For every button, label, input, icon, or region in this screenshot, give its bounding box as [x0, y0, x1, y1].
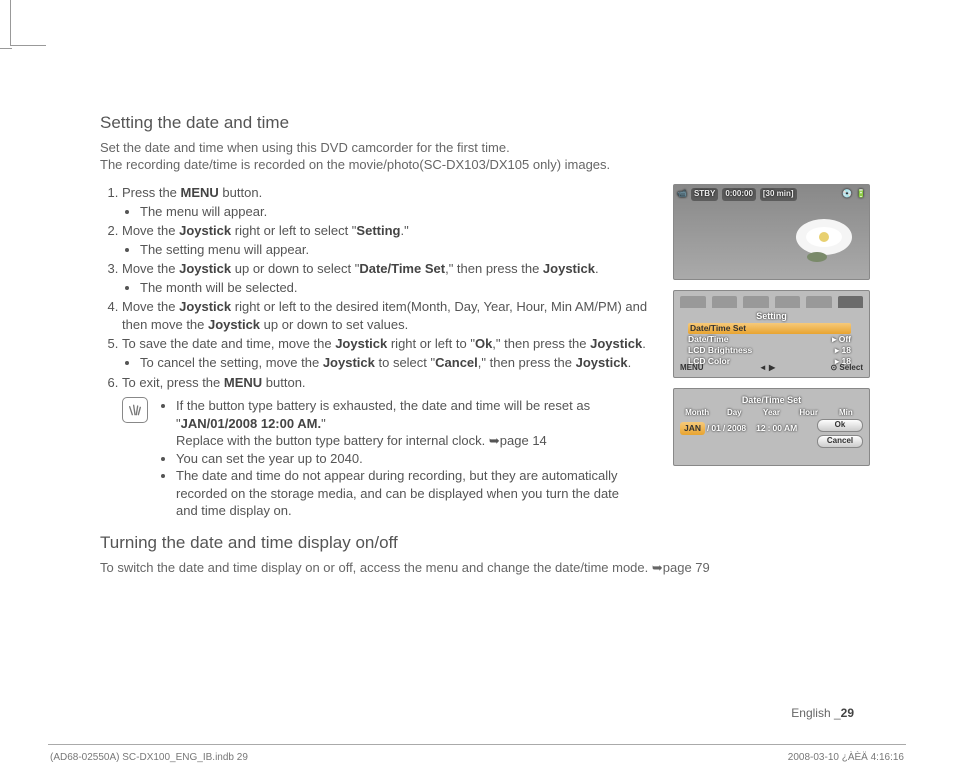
footer-page: 29 [841, 706, 854, 720]
note-list: If the button type battery is exhausted,… [158, 397, 642, 520]
meta-file: (AD68-02550A) SC-DX100_ENG_IB.indb 29 [50, 752, 248, 763]
ok-button: Ok [817, 419, 863, 432]
section-heading-onoff: Turning the date and time display on/off [100, 532, 660, 555]
note-icon [122, 397, 148, 423]
intro-line2: The recording date/time is recorded on t… [100, 157, 610, 172]
menu-bottom-hints: MENU ◄ ▶ ⊙ Select [680, 363, 863, 374]
flower-image [779, 207, 859, 267]
screenshot-setting-menu: Setting Date/Time Set Date/Time▸ Off LCD… [673, 290, 870, 378]
menu-item-datetime-set: Date/Time Set [688, 323, 851, 334]
val-day: 01 [711, 423, 720, 434]
dts-column-headers: Month Day Year Hour Min [680, 408, 863, 419]
step-2-sub: The setting menu will appear. [140, 241, 660, 259]
step-1: Press the MENU button. The menu will app… [122, 184, 660, 220]
meta-date: 2008-03-10 ¿ÀÈÄ 4:16:16 [788, 752, 904, 763]
col-hour: Hour [792, 408, 826, 419]
step-3: Move the Joystick up or down to select "… [122, 260, 660, 296]
val-hour: 12 [756, 423, 765, 434]
footer-rule [48, 744, 906, 745]
section-heading-date-time: Setting the date and time [100, 112, 870, 135]
step-3-text: Move the Joystick up or down to select "… [122, 261, 599, 276]
col-min: Min [829, 408, 863, 419]
instruction-list: Press the MENU button. The menu will app… [100, 184, 660, 391]
step-2-text: Move the Joystick right or left to selec… [122, 223, 409, 238]
tab-2 [712, 296, 738, 308]
hint-select: ⊙ Select [830, 363, 863, 374]
screenshots-column: 📹 STBY 0:00:00 [30 min] 💿 🔋 [673, 184, 870, 476]
intro-line1: Set the date and time when using this DV… [100, 140, 510, 155]
menu-item-datetime: Date/Time▸ Off [688, 334, 851, 345]
intro-text: Set the date and time when using this DV… [100, 139, 870, 174]
menu-list: Date/Time Set Date/Time▸ Off LCD Brightn… [688, 323, 851, 367]
step-5-sub: To cancel the setting, move the Joystick… [140, 354, 660, 372]
step-2: Move the Joystick right or left to selec… [122, 222, 660, 258]
col-day: Day [717, 408, 751, 419]
note-3: The date and time do not appear during r… [176, 467, 642, 520]
camcorder-icon: 📹 [677, 189, 687, 200]
steps-column: Press the MENU button. The menu will app… [100, 184, 660, 586]
step-5-text: To save the date and time, move the Joys… [122, 336, 646, 351]
step-5: To save the date and time, move the Joys… [122, 335, 660, 371]
step-1-sub: The menu will appear. [140, 203, 660, 221]
step-6: To exit, press the MENU button. [122, 374, 660, 392]
elapsed-time: 0:00:00 [722, 188, 756, 201]
disc-icon: 💿 [842, 189, 852, 200]
screenshot-datetime-set: Date/Time Set Month Day Year Hour Min JA… [673, 388, 870, 466]
step-1-text: Press the MENU button. [122, 185, 262, 200]
menu-title: Setting [674, 310, 869, 322]
page-footer: English _29 [791, 706, 854, 720]
tab-4 [775, 296, 801, 308]
manual-page: Setting the date and time Set the date a… [0, 0, 954, 784]
menu-item-lcd-brightness: LCD Brightness▸ 18 [688, 345, 851, 356]
val-ampm: AM [784, 423, 797, 434]
content-area: Setting the date and time Set the date a… [100, 112, 870, 586]
osd-top-bar: 📹 STBY 0:00:00 [30 min] 💿 🔋 [677, 188, 866, 201]
step-4: Move the Joystick right or left to the d… [122, 298, 660, 333]
tab-setting [838, 296, 864, 308]
tab-5 [806, 296, 832, 308]
val-year: 2008 [727, 423, 746, 434]
tab-3 [743, 296, 769, 308]
footer-lang: English _ [791, 706, 840, 720]
note-1: If the button type battery is exhausted,… [176, 397, 642, 450]
onoff-text: To switch the date and time display on o… [100, 559, 800, 577]
crop-mark-left [0, 48, 12, 49]
step-6-text: To exit, press the MENU button. [122, 375, 306, 390]
stby-label: STBY [691, 188, 718, 201]
remaining-time: [30 min] [760, 188, 797, 201]
note-2: You can set the year up to 2040. [176, 450, 642, 468]
dts-values: JAN / 01 / 2008 12 : 00 AM [680, 422, 817, 435]
col-month: Month [680, 408, 714, 419]
dts-title: Date/Time Set [674, 394, 869, 406]
dts-buttons: Ok Cancel [817, 419, 863, 448]
hint-nav: ◄ ▶ [759, 363, 775, 374]
cancel-button: Cancel [817, 435, 863, 448]
print-meta: (AD68-02550A) SC-DX100_ENG_IB.indb 29 20… [50, 752, 904, 763]
col-year: Year [754, 408, 788, 419]
note-box: If the button type battery is exhausted,… [122, 397, 642, 520]
battery-icon: 🔋 [856, 189, 866, 200]
hint-menu: MENU [680, 363, 704, 374]
val-min: 00 [772, 423, 781, 434]
step-3-sub: The month will be selected. [140, 279, 660, 297]
val-month: JAN [680, 422, 705, 435]
menu-tabs [680, 296, 863, 308]
screenshot-standby: 📹 STBY 0:00:00 [30 min] 💿 🔋 [673, 184, 870, 280]
tab-1 [680, 296, 706, 308]
crop-mark-top [10, 0, 46, 46]
step-4-text: Move the Joystick right or left to the d… [122, 299, 647, 332]
